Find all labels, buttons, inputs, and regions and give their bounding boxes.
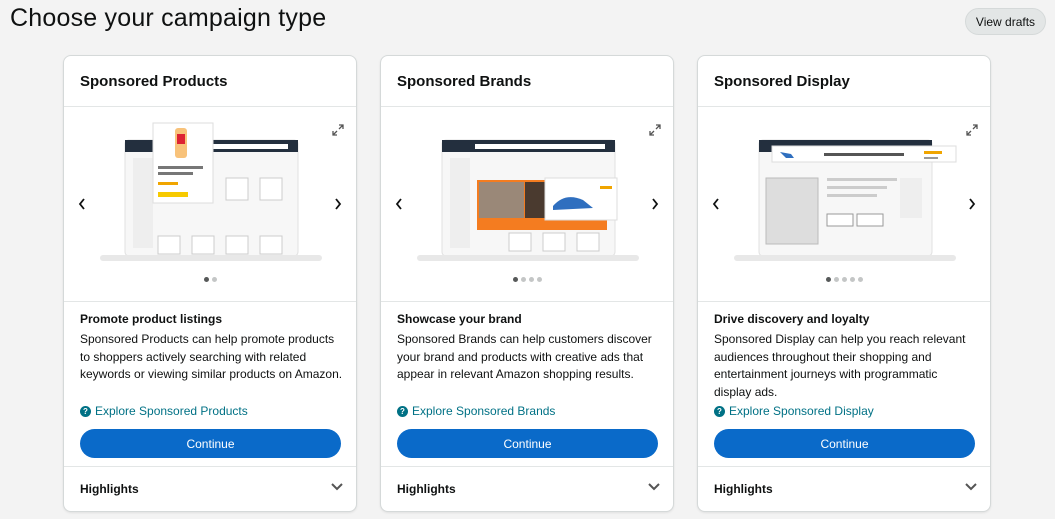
explore-link[interactable]: ? Explore Sponsored Brands: [397, 404, 555, 418]
chevron-left-icon: [395, 198, 402, 210]
chevron-down-icon[interactable]: [964, 482, 978, 492]
carousel-next-button[interactable]: [648, 196, 662, 212]
carousel-dot[interactable]: [849, 277, 855, 282]
carousel-dots: [381, 277, 673, 282]
divider: [64, 301, 356, 302]
feature-title: Drive discovery and loyalty: [714, 312, 870, 326]
chevron-down-icon[interactable]: [647, 482, 661, 492]
sponsored-products-illustration: [100, 122, 322, 261]
divider: [698, 106, 990, 107]
carousel-dots: [698, 277, 990, 282]
sponsored-display-illustration: [734, 139, 957, 261]
carousel-dot[interactable]: [528, 277, 534, 282]
explore-link-label[interactable]: Explore Sponsored Products: [95, 404, 248, 418]
divider: [381, 106, 673, 107]
carousel-prev-button[interactable]: [392, 196, 406, 212]
divider: [698, 301, 990, 302]
page-title: Choose your campaign type: [10, 4, 327, 32]
chevron-right-icon: [652, 198, 659, 210]
continue-button[interactable]: Continue: [714, 429, 975, 458]
carousel-dots: [64, 277, 356, 282]
card-description: Sponsored Display can help you reach rel…: [714, 332, 966, 399]
campaign-card-sponsored-brands: Sponsored Brands Showcase your brand Spo…: [380, 55, 674, 512]
help-icon: ?: [397, 405, 408, 417]
chevron-right-icon: [969, 198, 976, 210]
expand-icon[interactable]: [966, 124, 978, 136]
explore-link-label[interactable]: Explore Sponsored Display: [729, 404, 874, 418]
highlights-toggle[interactable]: Highlights: [397, 482, 456, 496]
card-title: Sponsored Display: [714, 73, 850, 90]
chevron-down-icon[interactable]: [330, 482, 344, 492]
carousel-dot[interactable]: [536, 277, 542, 282]
carousel-dot[interactable]: [833, 277, 839, 282]
highlights-toggle[interactable]: Highlights: [80, 482, 139, 496]
carousel-dot[interactable]: [211, 277, 217, 282]
card-description: Sponsored Products can help promote prod…: [80, 332, 343, 381]
card-title: Sponsored Brands: [397, 73, 532, 90]
carousel-dot[interactable]: [841, 277, 847, 282]
card-description: Sponsored Brands can help customers disc…: [397, 332, 652, 381]
carousel-next-button[interactable]: [965, 196, 979, 212]
chevron-left-icon: [712, 198, 719, 210]
divider: [698, 466, 990, 467]
feature-title: Showcase your brand: [397, 312, 522, 326]
carousel-prev-button[interactable]: [75, 196, 89, 212]
carousel-dot[interactable]: [857, 277, 863, 282]
feature-title: Promote product listings: [80, 312, 223, 326]
divider: [64, 466, 356, 467]
continue-button[interactable]: Continue: [397, 429, 658, 458]
help-icon: ?: [714, 405, 725, 417]
chevron-right-icon: [335, 198, 342, 210]
card-title: Sponsored Products: [80, 73, 228, 90]
divider: [381, 301, 673, 302]
carousel-next-button[interactable]: [331, 196, 345, 212]
carousel-dot[interactable]: [825, 277, 831, 282]
explore-link[interactable]: ? Explore Sponsored Display: [714, 404, 874, 418]
highlights-toggle[interactable]: Highlights: [714, 482, 773, 496]
divider: [381, 466, 673, 467]
expand-icon[interactable]: [649, 124, 661, 136]
campaign-card-sponsored-display: Sponsored Display Drive discovery and lo…: [697, 55, 991, 512]
carousel-prev-button[interactable]: [709, 196, 723, 212]
carousel-dot[interactable]: [520, 277, 526, 282]
help-icon: ?: [80, 405, 91, 417]
explore-link-label[interactable]: Explore Sponsored Brands: [412, 404, 555, 418]
continue-button[interactable]: Continue: [80, 429, 341, 458]
sponsored-brands-illustration: [417, 139, 639, 261]
explore-link[interactable]: ? Explore Sponsored Products: [80, 404, 248, 418]
carousel-dot[interactable]: [203, 277, 209, 282]
divider: [64, 106, 356, 107]
carousel-dot[interactable]: [512, 277, 518, 282]
expand-icon[interactable]: [332, 124, 344, 136]
chevron-left-icon: [78, 198, 85, 210]
campaign-card-sponsored-products: Sponsored Products Promote product listi…: [63, 55, 357, 512]
view-drafts-button[interactable]: View drafts: [965, 8, 1046, 35]
